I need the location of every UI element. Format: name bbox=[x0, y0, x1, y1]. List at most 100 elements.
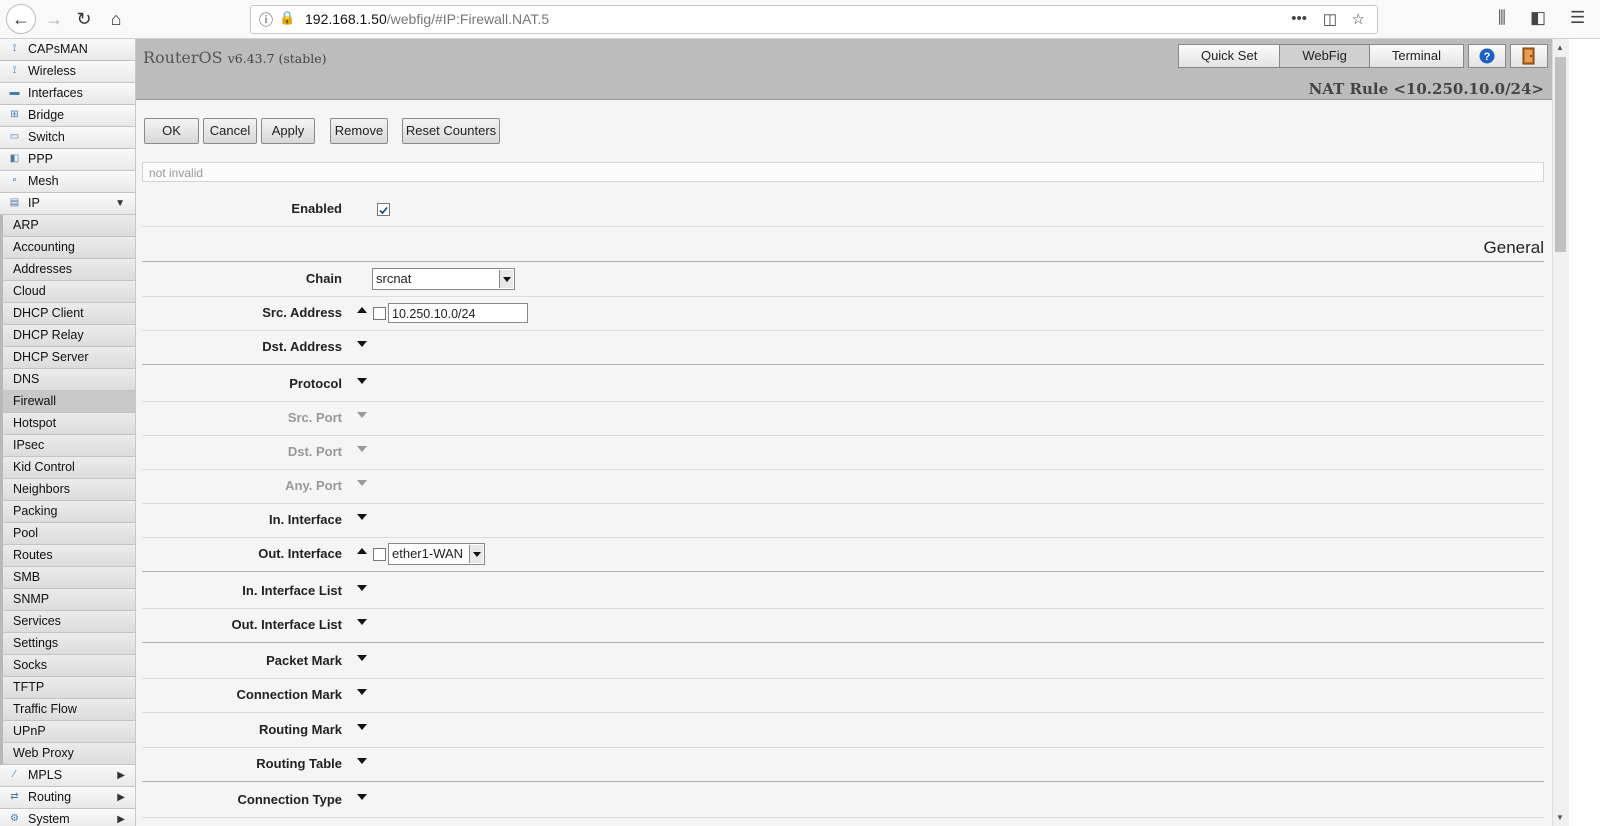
scroll-down-icon[interactable]: ▼ bbox=[1556, 813, 1564, 822]
expand-toggle-icon[interactable] bbox=[357, 619, 367, 625]
url-bar[interactable]: ⓘ 🔒 192.168.1.50/webfig/#IP:Firewall.NAT… bbox=[250, 5, 1378, 34]
src-port-row: Src. Port bbox=[142, 401, 1544, 436]
sidebar-subitem-hotspot[interactable]: Hotspot bbox=[0, 413, 135, 435]
sidebar-subitem-addresses[interactable]: Addresses bbox=[0, 259, 135, 281]
sidebar-item-system[interactable]: ⚙ System ▶ bbox=[0, 809, 135, 826]
back-button[interactable]: ← bbox=[6, 4, 36, 34]
menu-icon[interactable]: ☰ bbox=[1570, 8, 1585, 28]
sidebar-item-ppp[interactable]: ◧ PPP bbox=[0, 149, 135, 171]
expand-toggle-icon[interactable] bbox=[357, 514, 367, 520]
sidebar-item-wireless[interactable]: ⟟ Wireless bbox=[0, 61, 135, 83]
src-address-input[interactable]: 10.250.10.0/24 bbox=[388, 303, 528, 323]
info-icon[interactable]: ⓘ bbox=[259, 10, 273, 30]
sidebar-item-label: Wireless bbox=[28, 64, 76, 78]
sidebar-item-routing[interactable]: ⇄ Routing ▶ bbox=[0, 787, 135, 809]
packet-mark-row: Packet Mark bbox=[142, 644, 1544, 679]
out-interface-select[interactable]: ether1-WAN bbox=[388, 543, 485, 565]
scroll-thumb[interactable] bbox=[1555, 57, 1566, 252]
sidebar-subitem-dns[interactable]: DNS bbox=[0, 369, 135, 391]
sidebar-subitem-tftp[interactable]: TFTP bbox=[0, 677, 135, 699]
home-button[interactable]: ⌂ bbox=[102, 5, 130, 33]
connection-type-row: Connection Type bbox=[142, 783, 1544, 818]
collapse-toggle-icon[interactable] bbox=[357, 548, 367, 554]
sidebar-subitem-smb[interactable]: SMB bbox=[0, 567, 135, 589]
sidebar-subitem-settings[interactable]: Settings bbox=[0, 633, 135, 655]
out-interface-negate-checkbox[interactable] bbox=[373, 548, 386, 561]
expand-toggle-icon[interactable] bbox=[357, 378, 367, 384]
sidebar-subitem-cloud[interactable]: Cloud bbox=[0, 281, 135, 303]
sidebar-subitem-dhcp-relay[interactable]: DHCP Relay bbox=[0, 325, 135, 347]
sidebar-subitem-arp[interactable]: ARP bbox=[0, 215, 135, 237]
sidebar-subitem-neighbors[interactable]: Neighbors bbox=[0, 479, 135, 501]
expand-toggle-icon[interactable] bbox=[357, 689, 367, 695]
sidebar-subitem-packing[interactable]: Packing bbox=[0, 501, 135, 523]
reload-button[interactable]: ↻ bbox=[70, 5, 98, 33]
collapse-toggle-icon[interactable] bbox=[357, 307, 367, 313]
sidebar-subitem-accounting[interactable]: Accounting bbox=[0, 237, 135, 259]
logout-button[interactable] bbox=[1510, 44, 1548, 68]
sidebar-subitem-upnp[interactable]: UPnP bbox=[0, 721, 135, 743]
sidebar-item-mpls[interactable]: ⁄ MPLS ▶ bbox=[0, 765, 135, 787]
terminal-button[interactable]: Terminal bbox=[1368, 44, 1464, 68]
chevron-right-icon: ▶ bbox=[117, 770, 125, 781]
out-interface-list-row: Out. Interface List bbox=[142, 608, 1544, 643]
ok-button[interactable]: OK bbox=[144, 118, 199, 144]
insecure-lock-icon[interactable]: 🔒 bbox=[279, 10, 295, 26]
sidebar-item-interfaces[interactable]: ▬ Interfaces bbox=[0, 83, 135, 105]
sidebar-subitem-traffic-flow[interactable]: Traffic Flow bbox=[0, 699, 135, 721]
expand-toggle-icon[interactable] bbox=[357, 655, 367, 661]
sidebar-subitem-routes[interactable]: Routes bbox=[0, 545, 135, 567]
page-scrollbar[interactable]: ▲ ▼ bbox=[1552, 39, 1569, 826]
page-title: NAT Rule <10.250.10.0/24> bbox=[1308, 80, 1544, 98]
chain-select[interactable]: srcnat bbox=[372, 268, 515, 290]
sidebar-subitem-pool[interactable]: Pool bbox=[0, 523, 135, 545]
sidebar-subitem-firewall[interactable]: Firewall bbox=[0, 391, 135, 413]
packet-mark-label: Packet Mark bbox=[266, 653, 342, 668]
chevron-down-icon[interactable] bbox=[499, 270, 513, 288]
sidebar-item-mesh[interactable]: ∘ Mesh bbox=[0, 171, 135, 193]
sidebar-toggle-icon[interactable]: ◧ bbox=[1530, 8, 1546, 28]
bridge-icon: ⊞ bbox=[10, 109, 19, 120]
chevron-down-icon[interactable] bbox=[469, 545, 483, 563]
enabled-checkbox[interactable] bbox=[377, 203, 390, 216]
webfig-button[interactable]: WebFig bbox=[1279, 44, 1370, 68]
sidebar-item-bridge[interactable]: ⊞ Bridge bbox=[0, 105, 135, 127]
quick-set-button[interactable]: Quick Set bbox=[1177, 44, 1281, 68]
sidebar-subitem-snmp[interactable]: SNMP bbox=[0, 589, 135, 611]
forward-button[interactable]: → bbox=[40, 5, 68, 33]
chain-label: Chain bbox=[305, 271, 342, 286]
pocket-icon[interactable]: ◫ bbox=[1323, 10, 1337, 28]
library-icon[interactable]: ⫼ bbox=[1498, 8, 1506, 28]
expand-toggle-icon[interactable] bbox=[357, 794, 367, 800]
product-name: RouterOS bbox=[143, 48, 223, 67]
src-address-row: Src. Address 10.250.10.0/24 bbox=[142, 296, 1544, 331]
apply-button[interactable]: Apply bbox=[261, 118, 315, 144]
sidebar-subitem-dhcp-client[interactable]: DHCP Client bbox=[0, 303, 135, 325]
sidebar-subitem-kid-control[interactable]: Kid Control bbox=[0, 457, 135, 479]
routeros-logo: RouterOS v6.43.7 (stable) bbox=[143, 48, 327, 67]
src-address-negate-checkbox[interactable] bbox=[373, 307, 386, 320]
out-interface-value: ether1-WAN bbox=[392, 546, 464, 561]
bookmark-star-icon[interactable]: ☆ bbox=[1352, 10, 1365, 28]
out-interface-label: Out. Interface bbox=[258, 546, 342, 561]
in-interface-list-label: In. Interface List bbox=[242, 583, 342, 598]
url-text[interactable]: 192.168.1.50/webfig/#IP:Firewall.NAT.5 bbox=[305, 11, 549, 27]
expand-toggle-icon[interactable] bbox=[357, 758, 367, 764]
expand-toggle-icon[interactable] bbox=[357, 341, 367, 347]
sidebar-subitem-web-proxy[interactable]: Web Proxy bbox=[0, 743, 135, 765]
page-actions-icon[interactable]: ••• bbox=[1291, 10, 1307, 27]
remove-button[interactable]: Remove bbox=[330, 118, 388, 144]
sidebar-item-switch[interactable]: ▭ Switch bbox=[0, 127, 135, 149]
expand-toggle-icon[interactable] bbox=[357, 724, 367, 730]
reset-counters-button[interactable]: Reset Counters bbox=[402, 118, 500, 144]
sidebar-item-capsman[interactable]: ⟟ CAPsMAN bbox=[0, 39, 135, 61]
cancel-button[interactable]: Cancel bbox=[203, 118, 257, 144]
sidebar-subitem-services[interactable]: Services bbox=[0, 611, 135, 633]
sidebar-subitem-socks[interactable]: Socks bbox=[0, 655, 135, 677]
scroll-up-icon[interactable]: ▲ bbox=[1556, 43, 1564, 52]
sidebar-subitem-ipsec[interactable]: IPsec bbox=[0, 435, 135, 457]
sidebar-item-ip[interactable]: ▤ IP ▼ bbox=[0, 193, 135, 215]
help-button[interactable]: ? bbox=[1468, 44, 1506, 68]
expand-toggle-icon[interactable] bbox=[357, 585, 367, 591]
sidebar-subitem-dhcp-server[interactable]: DHCP Server bbox=[0, 347, 135, 369]
